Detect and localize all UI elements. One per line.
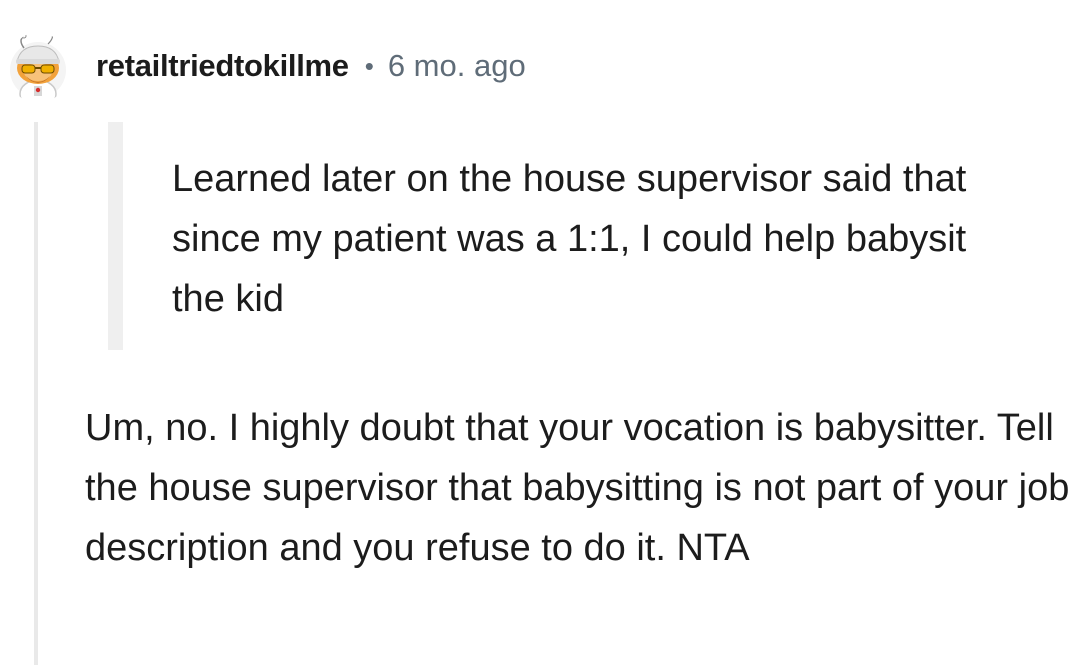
meta-separator: • xyxy=(364,51,374,81)
comment-header: retailtriedtokillme • 6 mo. ago xyxy=(8,28,526,108)
author-username[interactable]: retailtriedtokillme xyxy=(96,48,349,84)
comment-meta: retailtriedtokillme • 6 mo. ago xyxy=(96,48,526,84)
quote-text: Learned later on the house supervisor sa… xyxy=(172,158,967,320)
thread-line[interactable] xyxy=(34,122,38,665)
comment-timestamp[interactable]: 6 mo. ago xyxy=(388,48,526,84)
comment-body: Um, no. I highly doubt that your vocatio… xyxy=(85,407,1070,569)
avatar[interactable] xyxy=(8,32,68,104)
snoo-avatar-icon xyxy=(10,33,66,104)
blockquote: Learned later on the house supervisor sa… xyxy=(108,122,1008,350)
quote-bar xyxy=(108,122,123,350)
comment: retailtriedtokillme • 6 mo. ago Learned … xyxy=(0,0,1080,665)
